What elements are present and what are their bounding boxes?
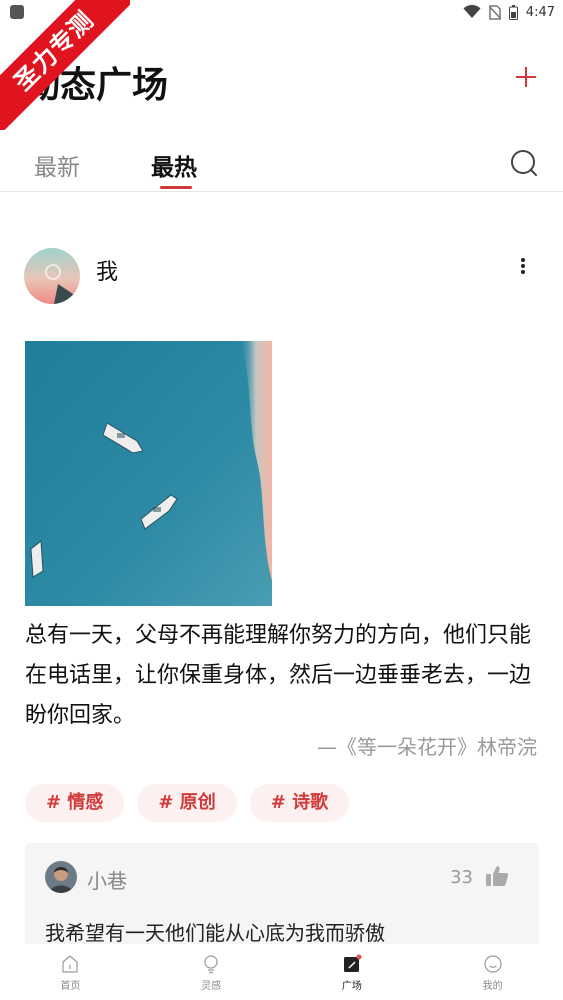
author-name[interactable]: 我 [96, 254, 118, 286]
comment-username[interactable]: 小巷 [87, 865, 127, 894]
wifi-icon [463, 5, 481, 18]
ribbon-label: 圣力专测 [0, 0, 130, 130]
comment-avatar[interactable] [45, 861, 77, 893]
nav-profile[interactable]: 我的 [422, 944, 563, 1000]
nav-home-label: 首页 [60, 981, 81, 992]
status-time: 4:47 [525, 4, 555, 20]
top-comment[interactable]: 小巷 33 我希望有一天他们能从心底为我而骄傲 [25, 843, 539, 953]
avatar-image [24, 248, 80, 304]
lightbulb-icon [204, 955, 218, 974]
more-dot [521, 264, 525, 268]
profile-icon [484, 955, 502, 973]
tag-poetry[interactable]: # 诗歌 [249, 784, 350, 822]
search-icon [511, 150, 537, 176]
tag-original[interactable]: # 原创 [137, 784, 237, 822]
nav-square-label: 广场 [341, 981, 362, 992]
home-icon [62, 955, 78, 973]
status-indicators: 4:47 [463, 3, 555, 21]
tabs-divider [0, 191, 563, 192]
like-button[interactable] [485, 865, 509, 887]
nav-profile-label: 我的 [482, 981, 503, 992]
nav-square[interactable]: 广场 [282, 944, 423, 1000]
bottom-nav: 首页 灵感 广场 我的 [0, 944, 563, 1000]
battery-icon [508, 4, 518, 20]
boats-aerial-photo [25, 341, 272, 606]
test-ribbon: 圣力专测 [0, 0, 130, 130]
square-icon [343, 954, 362, 972]
thumbs-up-icon [486, 866, 509, 886]
search-button[interactable] [509, 148, 539, 178]
more-options-button[interactable] [519, 256, 527, 276]
no-sim-icon [488, 4, 501, 20]
tag-list: # 情感 # 原创 # 诗歌 [25, 784, 350, 822]
comment-avatar-image [45, 861, 77, 893]
plus-icon [516, 67, 536, 87]
tag-emotion[interactable]: # 情感 [25, 784, 125, 822]
active-tab-indicator [160, 186, 192, 189]
nav-inspiration-label: 灵感 [201, 981, 222, 992]
post-text: 总有一天，父母不再能理解你努力的方向，他们只能在电话里，让你保重身体，然后一边垂… [25, 623, 532, 728]
more-dot [521, 258, 525, 262]
tab-hot[interactable]: 最热 [151, 148, 197, 182]
post-image[interactable] [25, 341, 272, 606]
post-source: —《等一朵花开》林帝浣 [317, 735, 537, 759]
tab-latest[interactable]: 最新 [34, 148, 80, 182]
more-dot [521, 270, 525, 274]
comment-text: 我希望有一天他们能从心底为我而骄傲 [45, 921, 385, 945]
nav-inspiration[interactable]: 灵感 [141, 944, 282, 1000]
nav-home[interactable]: 首页 [0, 944, 141, 1000]
add-post-button[interactable] [511, 62, 541, 92]
like-count: 33 [450, 867, 473, 888]
author-avatar[interactable] [24, 248, 80, 304]
